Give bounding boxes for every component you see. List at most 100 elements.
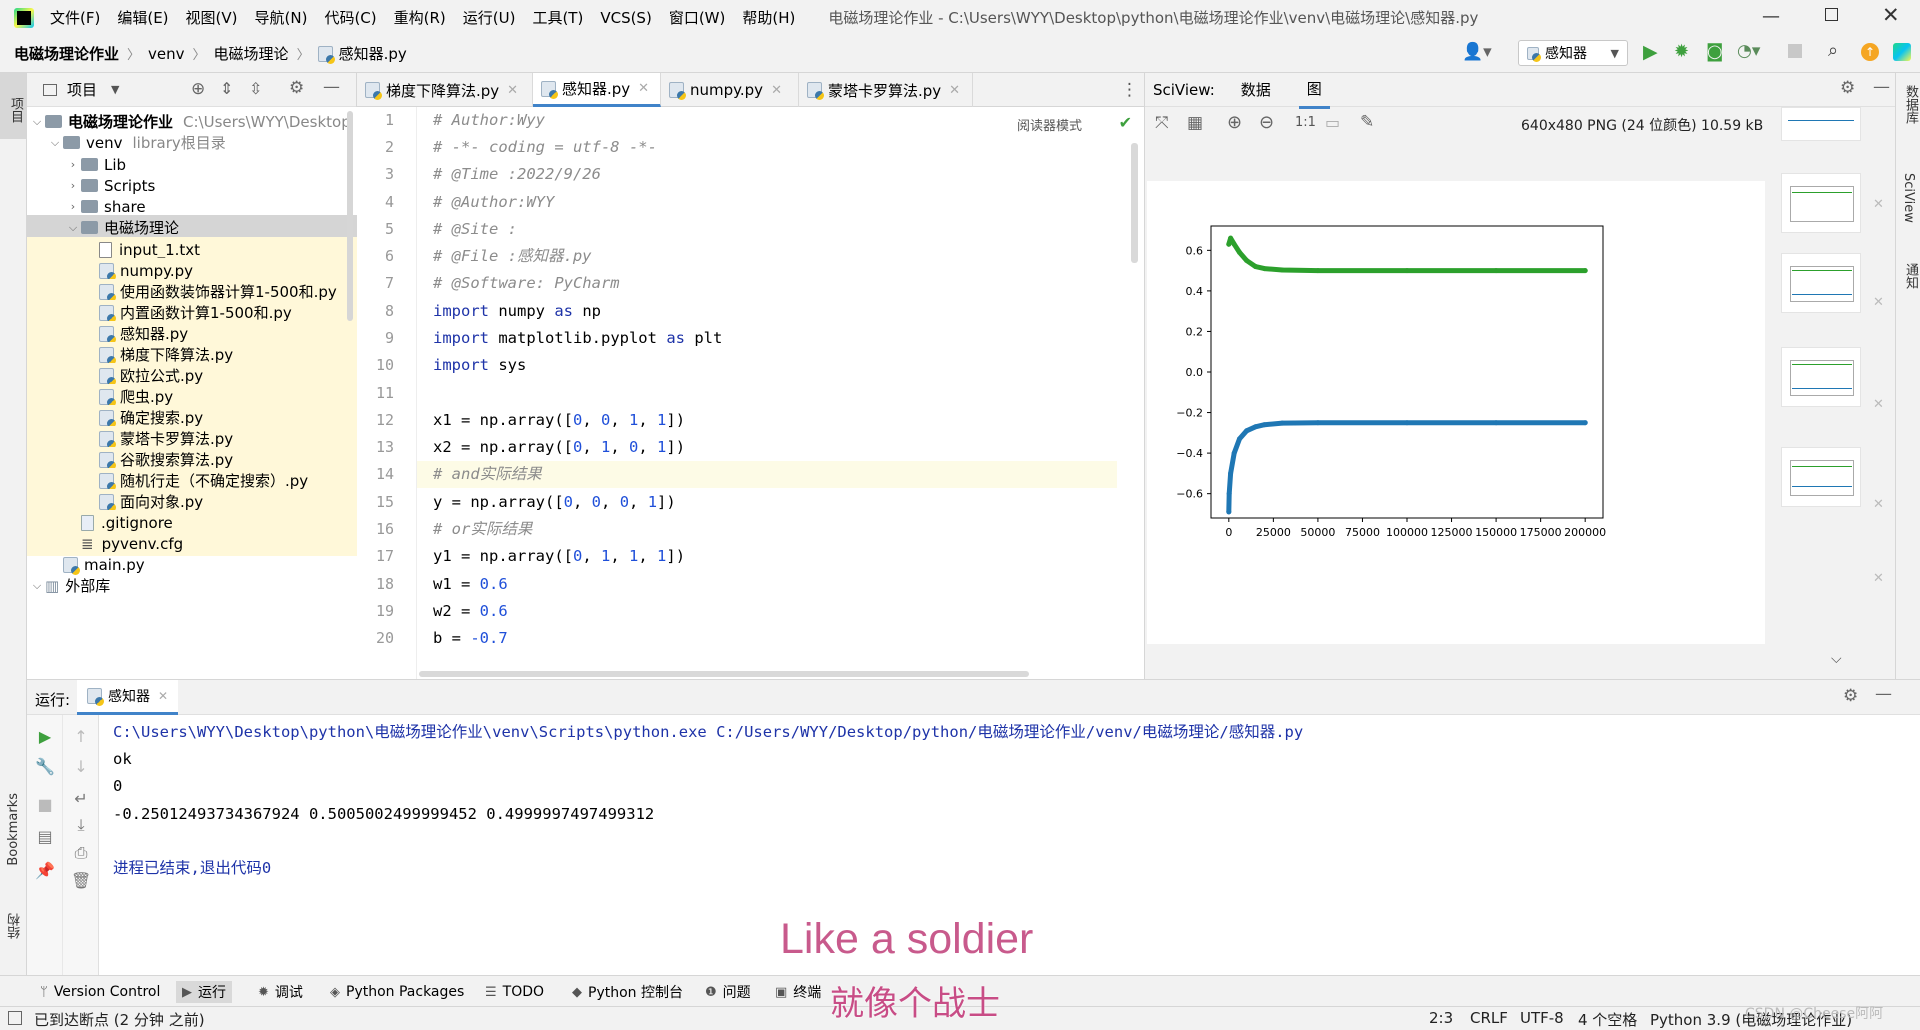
tab-plots[interactable]: 图 <box>1298 71 1330 109</box>
close-thumbnail-icon[interactable]: ✕ <box>1873 571 1884 586</box>
project-tool-tab[interactable]: 项目 <box>0 73 26 139</box>
zoom-in-icon[interactable]: ⊕ <box>1227 112 1242 133</box>
breadcrumb-venv[interactable]: venv <box>148 45 185 63</box>
indent-setting[interactable]: 4 个空格 <box>1578 1009 1637 1030</box>
gear-icon[interactable]: ⚙ <box>1840 78 1855 98</box>
menu-code[interactable]: 代码(C) <box>324 7 376 28</box>
menu-tools[interactable]: 工具(T) <box>532 7 583 28</box>
menu-file[interactable]: 文件(F) <box>50 7 100 28</box>
expand-all-icon[interactable]: ⇕ <box>220 79 233 98</box>
image-icon[interactable]: ▭ <box>1325 113 1340 132</box>
sciview-tool-label[interactable]: SciView <box>1901 173 1916 223</box>
close-thumbnail-icon[interactable]: ✕ <box>1873 497 1884 512</box>
profile-icon[interactable]: ◔▾ <box>1737 41 1760 61</box>
more-tabs-icon[interactable]: ⋮ <box>1121 80 1138 100</box>
pin-icon[interactable]: 📌 <box>35 861 55 881</box>
tool-tab-problems[interactable]: ❶ 问题 <box>705 981 751 1003</box>
scroll-to-end-icon[interactable]: ⤓ <box>71 815 91 835</box>
layout-icon[interactable]: ▤ <box>35 827 55 847</box>
breadcrumb-project[interactable]: 电磁场理论作业 <box>14 43 119 64</box>
restore-button[interactable] <box>1825 8 1838 21</box>
hide-panel-icon[interactable]: — <box>1873 77 1890 97</box>
chevron-down-icon[interactable]: ⌵ <box>1831 651 1842 667</box>
user-icon[interactable]: 👤▾ <box>1462 42 1492 62</box>
notifications-tool-label[interactable]: 通知 <box>1901 263 1920 289</box>
editor-horizontal-scrollbar[interactable] <box>419 671 1029 677</box>
tool-tab-version-control[interactable]: ᛘ Version Control <box>40 981 160 1003</box>
chevron-down-icon[interactable]: ▼ <box>111 83 119 96</box>
plot-thumbnail[interactable] <box>1781 173 1861 233</box>
close-tab-icon[interactable]: ✕ <box>158 689 168 703</box>
tab-numpy[interactable]: numpy.py ✕ <box>661 73 799 107</box>
tool-tab-python-packages[interactable]: ◈ Python Packages <box>330 981 464 1003</box>
soft-wrap-icon[interactable]: ↵ <box>71 789 91 809</box>
down-arrow-icon[interactable]: ↓ <box>71 757 91 777</box>
tool-tab-terminal[interactable]: ▣ 终端 <box>775 981 821 1003</box>
editor-vertical-scrollbar[interactable] <box>1131 143 1138 263</box>
hide-panel-icon[interactable]: — <box>1875 684 1892 704</box>
collapse-all-icon[interactable]: ⇳ <box>249 79 262 98</box>
file-encoding[interactable]: UTF-8 <box>1520 1009 1564 1027</box>
update-icon[interactable]: ↑ <box>1861 43 1879 61</box>
menu-run[interactable]: 运行(U) <box>463 7 516 28</box>
fit-screen-icon[interactable]: ⤧ <box>1155 113 1169 133</box>
minimize-button[interactable]: — <box>1762 6 1780 27</box>
status-message[interactable]: 已到达断点 (2 分钟 之前) <box>34 1009 205 1030</box>
hide-panel-icon[interactable]: — <box>323 77 340 97</box>
menu-navigate[interactable]: 导航(N) <box>255 7 308 28</box>
tab-perceptron[interactable]: 感知器.py ✕ <box>533 73 661 107</box>
plot-thumbnail[interactable] <box>1781 107 1861 141</box>
tab-gradient-descent[interactable]: 梯度下降算法.py ✕ <box>357 73 533 107</box>
zoom-out-icon[interactable]: ⊖ <box>1259 112 1274 133</box>
tool-tab-todo[interactable]: ☰ TODO <box>485 981 544 1003</box>
bookmarks-tool-label[interactable]: Bookmarks <box>6 793 21 866</box>
close-thumbnail-icon[interactable]: ✕ <box>1873 397 1884 412</box>
rerun-icon[interactable]: ▶ <box>35 727 55 747</box>
menu-vcs[interactable]: VCS(S) <box>600 9 651 27</box>
gear-icon[interactable]: ⚙ <box>289 78 304 98</box>
print-icon[interactable]: ⎙ <box>71 843 91 863</box>
run-tab-perceptron[interactable]: 感知器 ✕ <box>77 680 179 715</box>
tab-data[interactable]: 数据 <box>1241 79 1271 100</box>
wrench-icon[interactable]: 🔧 <box>35 757 55 777</box>
plot-thumbnail[interactable] <box>1781 347 1861 407</box>
close-thumbnail-icon[interactable]: ✕ <box>1873 295 1884 310</box>
run-config-selector[interactable]: 感知器 ▼ <box>1518 40 1628 66</box>
breadcrumb-folder[interactable]: 电磁场理论 <box>214 43 289 64</box>
stop-icon[interactable] <box>1788 44 1802 58</box>
up-arrow-icon[interactable]: ↑ <box>71 727 91 747</box>
menu-window[interactable]: 窗口(W) <box>669 7 726 28</box>
trash-icon[interactable]: 🗑 <box>71 871 91 891</box>
close-window-button[interactable]: ✕ <box>1882 3 1900 27</box>
tab-monte-carlo[interactable]: 蒙塔卡罗算法.py ✕ <box>799 73 973 107</box>
color-picker-icon[interactable]: ✎ <box>1360 112 1374 132</box>
stop-icon[interactable]: ■ <box>35 795 55 815</box>
close-tab-icon[interactable]: ✕ <box>949 83 960 98</box>
close-tab-icon[interactable]: ✕ <box>507 83 518 98</box>
database-tool-label[interactable]: 数据库 <box>1901 85 1920 124</box>
tool-tab-run[interactable]: ▶ 运行 <box>176 981 232 1003</box>
status-toggle-icon[interactable] <box>8 1011 22 1025</box>
close-tab-icon[interactable]: ✕ <box>771 83 782 98</box>
actual-size-button[interactable]: 1:1 <box>1295 115 1316 130</box>
menu-edit[interactable]: 编辑(E) <box>117 7 168 28</box>
inspection-ok-icon[interactable]: ✔ <box>1119 113 1132 132</box>
debug-icon[interactable]: ✹ <box>1674 41 1689 62</box>
caret-position[interactable]: 2:3 <box>1429 1009 1453 1027</box>
close-tab-icon[interactable]: ✕ <box>638 81 649 96</box>
menu-view[interactable]: 视图(V) <box>186 7 238 28</box>
menu-help[interactable]: 帮助(H) <box>742 7 795 28</box>
structure-tool-label[interactable]: 结构 <box>6 913 25 939</box>
plot-thumbnail[interactable] <box>1781 253 1861 313</box>
close-thumbnail-icon[interactable]: ✕ <box>1873 197 1884 212</box>
search-icon[interactable]: ⌕ <box>1828 40 1838 61</box>
gear-icon[interactable]: ⚙ <box>1843 686 1858 706</box>
reader-mode-toggle[interactable]: 阅读器模式 <box>1017 115 1082 134</box>
tree-item-external-libs[interactable]: ⌵ ▥ 外部库 <box>27 573 357 598</box>
project-view-title[interactable]: 项目 <box>67 79 97 100</box>
tool-tab-debug[interactable]: ✹ 调试 <box>258 981 303 1003</box>
breadcrumb-file[interactable]: 感知器.py <box>339 43 407 64</box>
locate-icon[interactable]: ⊕ <box>191 79 205 99</box>
tool-tab-python-console[interactable]: ◆ Python 控制台 <box>572 981 683 1003</box>
grid-icon[interactable]: ▦ <box>1187 113 1203 133</box>
